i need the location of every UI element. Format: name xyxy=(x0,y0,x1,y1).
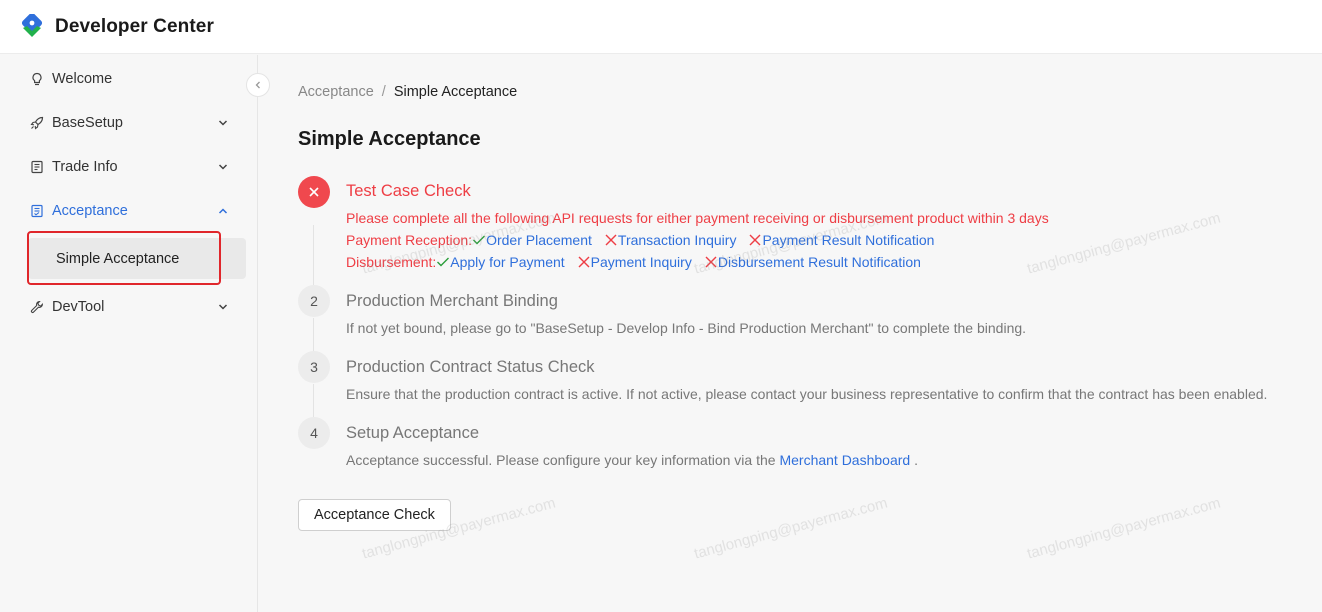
acceptance-check-button[interactable]: Acceptance Check xyxy=(298,499,451,531)
sidebar-item-welcome[interactable]: Welcome xyxy=(12,59,246,99)
requirement-payment-inquiry[interactable]: Payment Inquiry xyxy=(577,254,692,270)
sidebar-item-basesetup[interactable]: BaseSetup xyxy=(12,103,246,143)
requirement-label: Disbursement Result Notification xyxy=(717,254,921,270)
sidebar-item-devtool[interactable]: DevTool xyxy=(12,287,246,327)
requirement-payment-result-notification[interactable]: Payment Result Notification xyxy=(748,232,934,248)
cross-icon xyxy=(605,234,617,246)
step-4-description: Acceptance successful. Please configure … xyxy=(346,452,918,468)
breadcrumb-parent-link[interactable]: Acceptance xyxy=(298,84,374,100)
rocket-icon xyxy=(29,115,45,131)
sidebar: Welcome BaseSetup Trade Info Acceptance … xyxy=(0,55,258,612)
step-3-description: Ensure that the production contract is a… xyxy=(346,386,1268,402)
main-content: Acceptance / Simple Acceptance Simple Acce… xyxy=(259,55,1322,612)
step-4-desc-suffix: . xyxy=(914,452,918,468)
app-title: Developer Center xyxy=(55,15,214,37)
requirement-transaction-inquiry[interactable]: Transaction Inquiry xyxy=(604,232,737,248)
chevron-down-icon xyxy=(218,304,228,310)
step-2-number: 2 xyxy=(298,285,330,317)
check-icon xyxy=(437,257,450,267)
sidebar-item-label: BaseSetup xyxy=(52,115,123,131)
disbursement-label: Disbursement: xyxy=(346,254,437,270)
requirement-label: Transaction Inquiry xyxy=(617,232,737,248)
step-3-title: Production Contract Status Check xyxy=(346,358,595,376)
cross-icon xyxy=(749,234,761,246)
requirement-order-placement[interactable]: Order Placement xyxy=(472,232,592,248)
step-3-number: 3 xyxy=(298,351,330,383)
step-connector xyxy=(313,225,314,285)
sidebar-item-label: Trade Info xyxy=(52,159,118,175)
check-icon xyxy=(473,235,486,245)
requirement-label: Apply for Payment xyxy=(450,254,565,270)
sidebar-item-acceptance[interactable]: Acceptance xyxy=(12,191,246,231)
step-4-desc-text: Acceptance successful. Please configure … xyxy=(346,452,776,468)
watermark: tanglongping@payermax.com xyxy=(1025,494,1223,563)
page-title: Simple Acceptance xyxy=(298,128,481,150)
requirement-label: Payment Inquiry xyxy=(590,254,692,270)
disbursement-requirements: Disbursement: Apply for Payment Payment … xyxy=(346,254,933,270)
requirement-label: Order Placement xyxy=(486,232,592,248)
requirement-apply-for-payment[interactable]: Apply for Payment xyxy=(436,254,565,270)
watermark: tanglongping@payermax.com xyxy=(692,494,890,563)
sidebar-item-label: Welcome xyxy=(52,71,113,87)
checklist-icon xyxy=(29,203,45,219)
payment-reception-label: Payment Reception: xyxy=(346,232,473,248)
step-connector xyxy=(313,384,314,418)
step-2-title: Production Merchant Binding xyxy=(346,292,558,310)
top-header: Developer Center xyxy=(0,0,1322,54)
document-icon xyxy=(29,159,45,175)
developer-center-logo-icon[interactable] xyxy=(19,13,45,40)
sidebar-item-label: Acceptance xyxy=(52,203,128,219)
sidebar-item-label: DevTool xyxy=(52,299,105,315)
step-1-error-icon xyxy=(298,176,330,208)
step-1-title: Test Case Check xyxy=(346,182,471,200)
chevron-down-icon xyxy=(218,120,228,126)
chevron-down-icon xyxy=(218,164,228,170)
sidebar-item-trade-info[interactable]: Trade Info xyxy=(12,147,246,187)
step-connector xyxy=(313,318,314,352)
merchant-dashboard-link[interactable]: Merchant Dashboard xyxy=(779,452,910,468)
collapse-sidebar-button[interactable] xyxy=(246,73,270,97)
lightbulb-icon xyxy=(29,71,45,87)
breadcrumb-separator: / xyxy=(381,84,386,100)
requirement-label: Payment Result Notification xyxy=(762,232,935,248)
chevron-up-icon xyxy=(218,208,228,214)
step-1-description: Please complete all the following API re… xyxy=(346,210,1049,226)
chevron-left-icon xyxy=(255,81,260,89)
breadcrumb-current: Simple Acceptance xyxy=(393,84,518,100)
payment-reception-requirements: Payment Reception: Order Placement Trans… xyxy=(346,232,946,248)
breadcrumb: Acceptance / Simple Acceptance xyxy=(298,84,517,100)
step-4-number: 4 xyxy=(298,417,330,449)
cross-icon xyxy=(578,256,590,268)
watermark: tanglongping@payermax.com xyxy=(1025,209,1223,278)
step-4-title: Setup Acceptance xyxy=(346,424,480,442)
cross-icon xyxy=(705,256,717,268)
sidebar-subitem-simple-acceptance[interactable]: Simple Acceptance xyxy=(28,238,246,279)
wrench-icon xyxy=(29,299,45,315)
step-2-description: If not yet bound, please go to "BaseSetu… xyxy=(346,320,1027,336)
requirement-disbursement-result-notification[interactable]: Disbursement Result Notification xyxy=(704,254,921,270)
